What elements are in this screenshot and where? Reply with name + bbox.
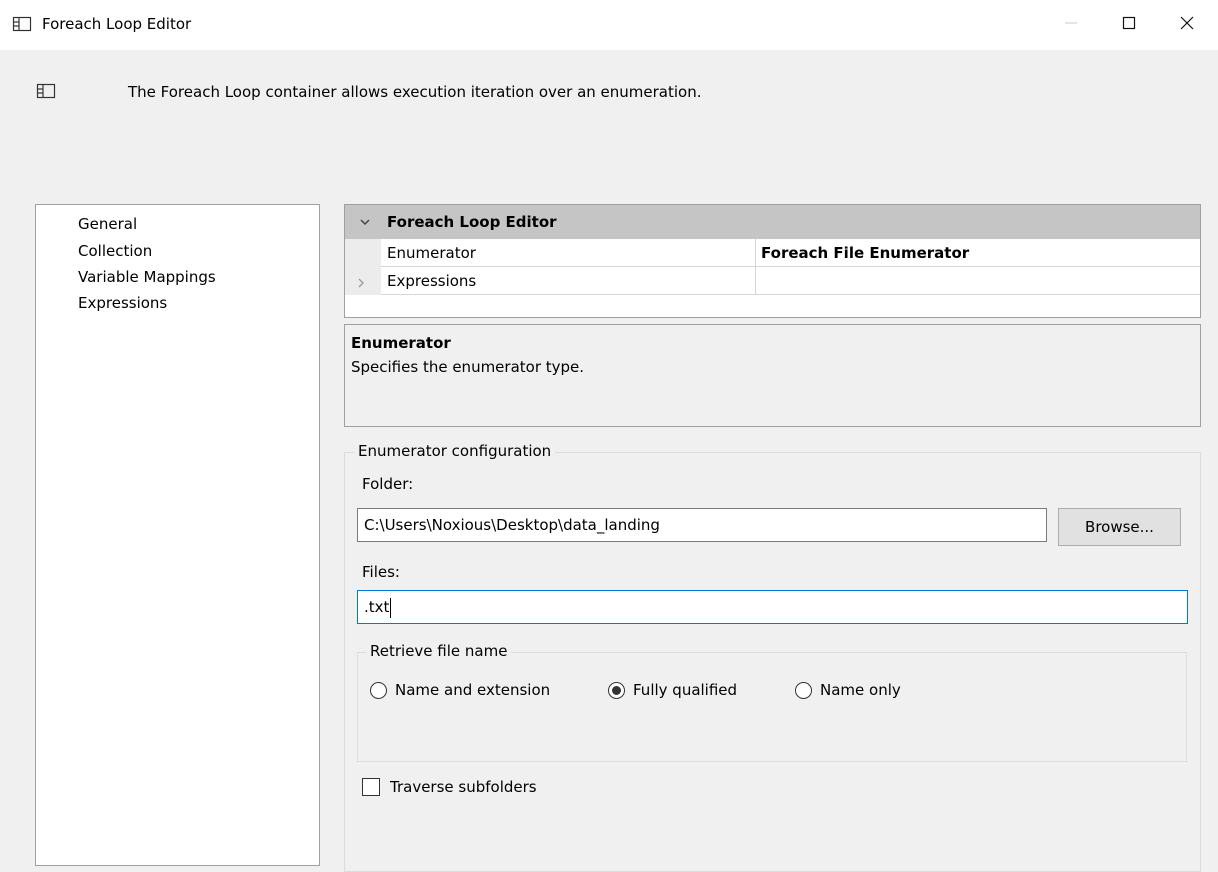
- traverse-subfolders-checkbox[interactable]: Traverse subfolders: [362, 778, 537, 796]
- description-title: Enumerator: [351, 334, 451, 352]
- property-grid: Foreach Loop Editor Enumerator Foreach F…: [344, 204, 1201, 318]
- retrieve-file-name-group: [357, 652, 1187, 762]
- group-title: Enumerator configuration: [354, 440, 556, 462]
- page-navigation: General Collection Variable Mappings Exp…: [35, 204, 320, 866]
- maximize-button[interactable]: [1100, 0, 1158, 50]
- folder-input[interactable]: C:\Users\Noxious\Desktop\data_landing: [357, 508, 1047, 542]
- radio-name-only[interactable]: Name only: [795, 681, 901, 699]
- files-input[interactable]: .txt: [357, 590, 1188, 624]
- category-label: Foreach Loop Editor: [387, 213, 557, 231]
- chevron-down-icon: [359, 214, 371, 232]
- property-row-enumerator[interactable]: Enumerator Foreach File Enumerator: [345, 239, 1200, 267]
- minimize-button[interactable]: [1042, 0, 1100, 50]
- header-description: The Foreach Loop container allows execut…: [128, 83, 702, 101]
- radio-unchecked-icon: [370, 681, 387, 699]
- radio-fully-qualified[interactable]: Fully qualified: [608, 681, 737, 699]
- property-row-expressions[interactable]: Expressions: [345, 267, 1200, 295]
- close-icon: [1179, 15, 1195, 35]
- property-description: Enumerator Specifies the enumerator type…: [344, 324, 1201, 427]
- property-value[interactable]: Foreach File Enumerator: [761, 243, 969, 263]
- radio-unchecked-icon: [795, 681, 812, 699]
- nav-item-collection[interactable]: Collection: [78, 240, 152, 262]
- text-caret: [390, 597, 392, 618]
- nav-item-variable-mappings[interactable]: Variable Mappings: [78, 266, 216, 288]
- close-button[interactable]: [1158, 0, 1216, 50]
- files-label: Files:: [362, 563, 400, 581]
- property-name: Expressions: [387, 272, 477, 290]
- nav-item-expressions[interactable]: Expressions: [78, 292, 167, 314]
- browse-button[interactable]: Browse...: [1058, 508, 1181, 546]
- folder-label: Folder:: [362, 475, 414, 493]
- checkbox-unchecked-icon: [362, 778, 380, 796]
- radio-name-and-extension[interactable]: Name and extension: [370, 681, 550, 699]
- container-icon: [36, 81, 56, 101]
- maximize-icon: [1122, 16, 1136, 34]
- category-header[interactable]: Foreach Loop Editor: [345, 205, 1200, 239]
- container-icon: [12, 14, 32, 34]
- radio-checked-icon: [608, 681, 625, 699]
- minimize-icon: [1064, 16, 1078, 34]
- property-name: Enumerator: [387, 244, 476, 262]
- nav-item-general[interactable]: General: [78, 213, 137, 235]
- description-text: Specifies the enumerator type.: [351, 358, 585, 376]
- group-title: Retrieve file name: [366, 640, 512, 662]
- chevron-right-icon[interactable]: [355, 275, 367, 293]
- window-title: Foreach Loop Editor: [42, 15, 192, 33]
